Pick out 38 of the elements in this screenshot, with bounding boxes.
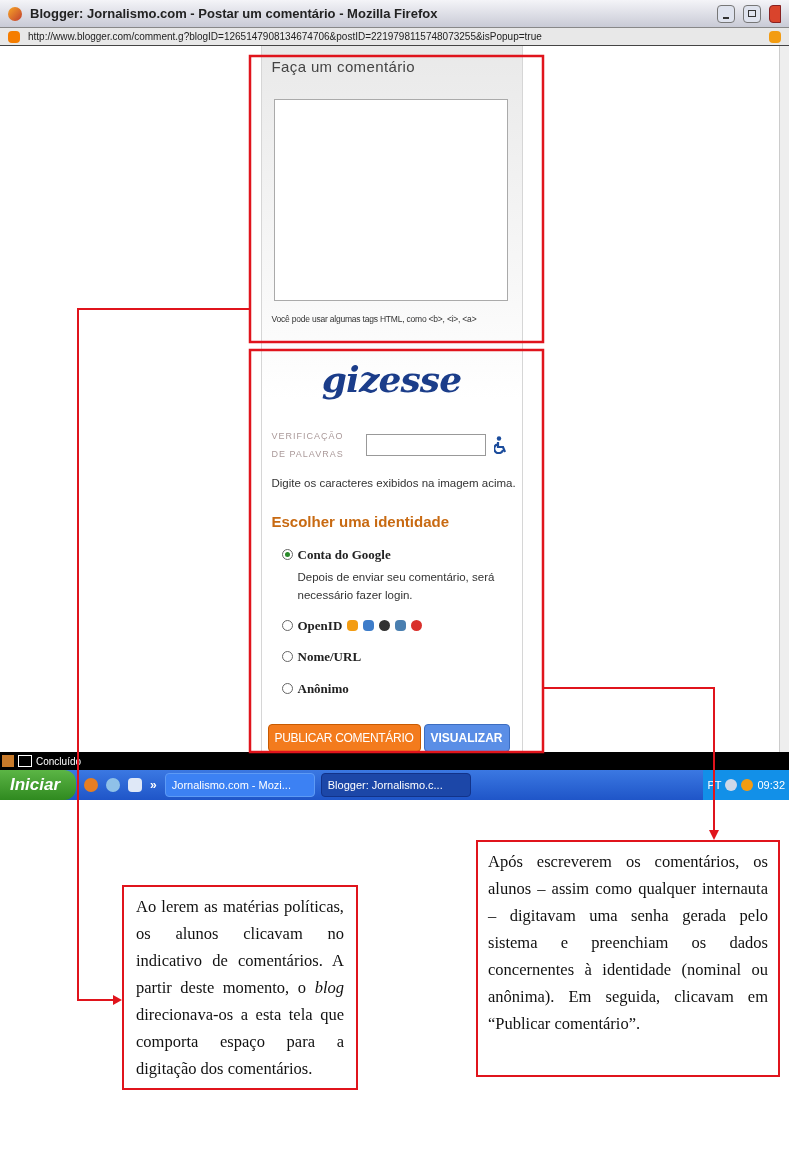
quick-launch-icon[interactable] — [128, 778, 143, 792]
address-bar[interactable]: http://www.blogger.com/comment.g?blogID=1265147908134674706&postID=2219798115748073255&isPopup=true — [0, 28, 789, 46]
radio-button[interactable] — [281, 682, 293, 694]
taskbar-button[interactable]: Blogger: Jornalismo.c... — [320, 773, 471, 797]
window-title: Blogger: Jornalismo.com - Postar um comentário - Mozilla Firefox — [30, 4, 439, 23]
clock-text: 09:32 — [757, 777, 785, 793]
html-hint-text: Você pode usar algumas tags HTML, como <b>, <i>, <a> — [271, 312, 478, 326]
blogger-icon — [8, 30, 20, 43]
close-button[interactable] — [769, 4, 781, 23]
url-text: http://www.blogger.com/comment.g?blogID=1265147908134674706&postID=2219798115748073255&isPopup=true — [28, 30, 543, 44]
status-icon — [2, 755, 14, 767]
feed-icon — [769, 30, 781, 43]
annotation-box: Ao lerem as matérias políticas, os alunos clicavam no indicativo de comentários. A partir deste momento, o blog direcionava-os a esta tela que comporta espaço para a digitação dos comentários. — [122, 885, 358, 1090]
option-label[interactable]: Nome/URL — [297, 647, 362, 667]
tray-icon[interactable] — [725, 779, 738, 791]
verification-label: VERIFICAÇÃO DE PALAVRAS — [271, 430, 345, 462]
scrollbar[interactable] — [779, 46, 789, 752]
restore-button[interactable] — [743, 4, 761, 23]
status-icon — [18, 755, 32, 767]
form-heading: Faça um comentário — [271, 57, 416, 77]
radio-button[interactable] — [281, 549, 293, 561]
taskbar-button[interactable]: Jornalismo.com - Mozi... — [164, 773, 315, 797]
radio-button[interactable] — [281, 651, 293, 663]
option-note: Depois de enviar seu comentário, será necessário fazer login. — [297, 569, 496, 603]
accessibility-icon[interactable] — [493, 436, 508, 455]
provider-icon[interactable] — [379, 619, 391, 631]
verification-input[interactable] — [365, 434, 486, 457]
option-label[interactable]: Anônimo — [297, 678, 349, 698]
quick-launch-icon[interactable] — [106, 778, 121, 792]
annotation-box: Após escreverem os comentários, os alunos – assim como qualquer internauta – digitavam uma senha gerada pelo sistema e preenchiam os dados concernentes à identidade (nominal ou anônima). Em seguida, clicavam em “Publicar comentário”. — [476, 840, 780, 1077]
browser-icon — [8, 6, 22, 21]
minimize-button[interactable] — [717, 4, 735, 23]
option-label[interactable]: Conta do Google — [297, 545, 391, 565]
radio-button[interactable] — [281, 619, 293, 631]
chevron-text[interactable]: » — [150, 776, 157, 794]
identity-heading: Escolher uma identidade — [271, 511, 451, 532]
captcha-word: gizesse — [320, 361, 463, 398]
option-label[interactable]: OpenID — [297, 615, 343, 635]
